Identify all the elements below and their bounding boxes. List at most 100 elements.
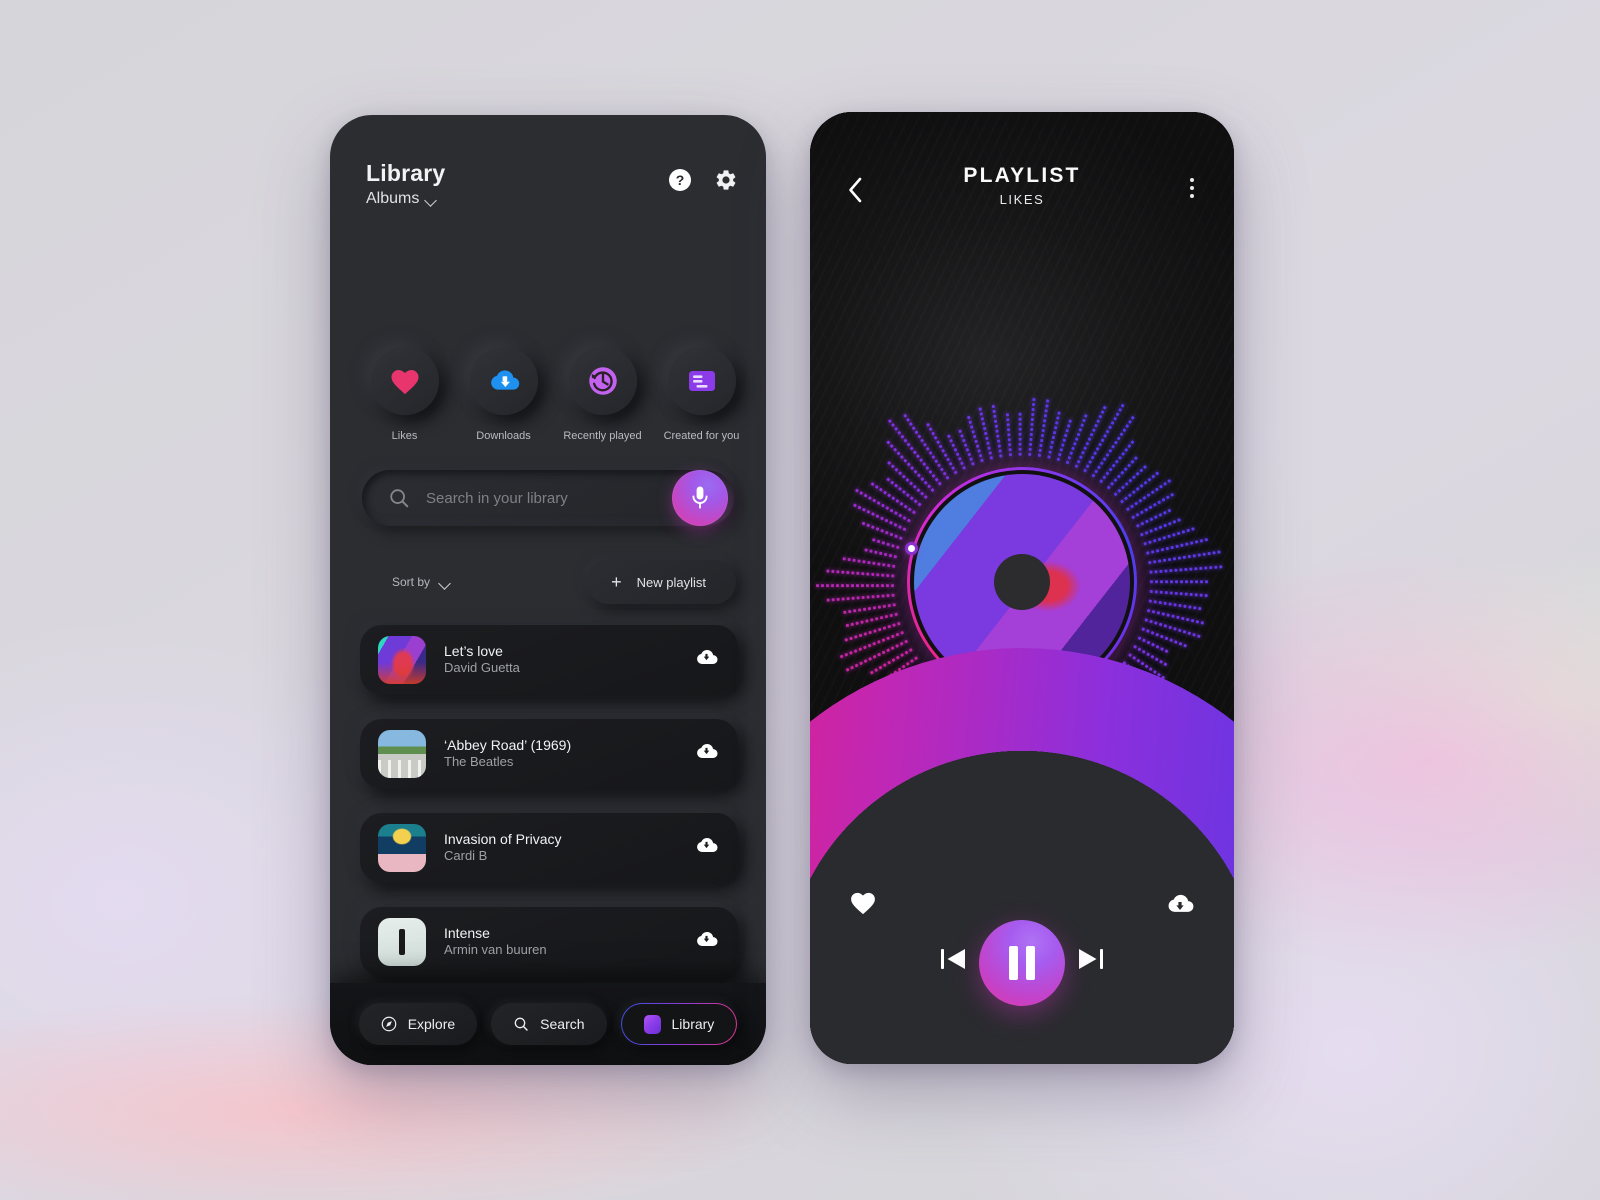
quick-action-created-for-you[interactable]: Created for you	[652, 347, 751, 442]
visualizer-bar-segment	[815, 583, 819, 588]
visualizer-bar-segment	[855, 583, 859, 588]
visualizer-bar-segment	[1185, 617, 1190, 622]
visualizer-bar-segment	[848, 650, 853, 655]
visualizer-bar-segment	[1143, 541, 1148, 546]
visualizer-bar-segment	[825, 583, 829, 588]
visualizer-bar-segment	[1093, 451, 1098, 456]
chevron-left-icon[interactable]	[846, 176, 864, 209]
visualizer-bar-segment	[1131, 489, 1137, 495]
visualizer-bar-segment	[1163, 624, 1168, 629]
visualizer-bar-segment	[861, 595, 865, 600]
history-clock-icon	[588, 367, 617, 395]
sort-by-dropdown[interactable]: Sort by	[392, 575, 451, 589]
cloud-download-icon[interactable]	[695, 648, 718, 672]
visualizer-bar-segment	[1164, 649, 1169, 654]
visualizer-bar-segment	[879, 515, 885, 521]
cloud-download-icon[interactable]	[695, 836, 718, 860]
visualizer-bar-segment	[862, 559, 866, 564]
previous-track-button[interactable]	[938, 945, 968, 978]
quick-action-likes[interactable]: Likes	[355, 347, 454, 442]
visualizer-bar-segment	[847, 557, 851, 562]
visualizer-bar-segment	[1045, 399, 1050, 403]
visualizer-bar-segment	[950, 465, 956, 471]
visualizer-bar-segment	[1157, 537, 1162, 542]
visualizer-bar-segment	[1083, 446, 1088, 451]
visualizer-bar-segment	[898, 513, 903, 518]
visualizer-bar-segment	[855, 621, 859, 626]
visualizer-bar-segment	[1159, 569, 1163, 574]
voice-search-button[interactable]	[672, 470, 728, 526]
tab-search[interactable]: Search	[491, 1003, 607, 1045]
search-input[interactable]	[426, 489, 668, 507]
visualizer-bar-segment	[1170, 545, 1175, 550]
cloud-download-icon[interactable]	[695, 930, 718, 954]
visualizer-bar-segment	[866, 595, 870, 599]
visualizer-bar-segment	[852, 608, 857, 613]
visualizer-bar-segment	[958, 428, 963, 434]
table-row[interactable]: ‘Abbey Road’ (1969) The Beatles	[360, 719, 738, 789]
visualizer-bar-segment	[885, 635, 891, 641]
visualizer-bar-segment	[1151, 474, 1156, 479]
visualizer-bar-segment	[890, 645, 895, 651]
play-pause-button[interactable]	[979, 920, 1065, 1006]
visualizer-bar-segment	[940, 448, 946, 453]
visualizer-bar-segment	[959, 460, 965, 466]
table-row[interactable]: Intense Armin van buuren	[360, 907, 738, 977]
download-button[interactable]	[1166, 893, 1194, 920]
visualizer-bar-segment	[1155, 471, 1160, 476]
visualizer-bar-segment	[957, 456, 963, 461]
visualizer-bar-segment	[1123, 466, 1129, 472]
chevron-down-icon	[426, 196, 437, 203]
visualizer-bar-segment	[887, 624, 892, 629]
kebab-menu-icon[interactable]	[1190, 178, 1194, 198]
visualizer-bar-segment	[1137, 636, 1142, 641]
visualizer-bar-segment	[1145, 629, 1151, 634]
visualizer-bar-segment	[842, 556, 846, 561]
table-row[interactable]: Invasion of Privacy Cardi B	[360, 813, 738, 883]
visualizer-bar-segment	[886, 660, 892, 665]
table-row[interactable]: Let’s love David Guetta	[360, 625, 738, 695]
new-playlist-button[interactable]: + New playlist	[587, 560, 736, 604]
visualizer-bar-segment	[1048, 450, 1053, 455]
visualizer-bar-segment	[842, 610, 847, 615]
visualizer-bar-segment	[1065, 460, 1070, 465]
visualizer-bar-segment	[1159, 647, 1165, 652]
visualizer-bar-segment	[1108, 425, 1113, 430]
progress-knob[interactable]	[905, 542, 918, 555]
help-icon[interactable]: ?	[669, 169, 691, 191]
albums-dropdown[interactable]: Albums	[366, 190, 738, 208]
next-track-button[interactable]	[1076, 945, 1106, 978]
visualizer-bar-segment	[980, 458, 985, 463]
quick-action-recently-played[interactable]: Recently played	[553, 347, 652, 442]
visualizer-bar-segment	[928, 426, 933, 432]
visualizer-bar-segment	[982, 426, 987, 431]
visualizer-bar-segment	[863, 631, 868, 636]
visualizer-bar-segment	[1106, 485, 1112, 490]
visualizer-bar-segment	[951, 442, 956, 448]
visualizer-bar-segment	[1150, 550, 1155, 555]
tab-explore[interactable]: Explore	[358, 1003, 478, 1045]
search-bar[interactable]	[362, 470, 734, 526]
quick-action-label: Downloads	[476, 430, 531, 442]
quick-action-circle	[469, 347, 538, 415]
visualizer-bar-segment	[1176, 615, 1180, 620]
gear-icon[interactable]	[714, 168, 738, 192]
visualizer-bar-segment	[1161, 612, 1166, 617]
visualizer-bar-segment	[1131, 515, 1136, 520]
visualizer-bar-segment	[1085, 464, 1091, 469]
visualizer-bar-segment	[894, 643, 900, 649]
visualizer-bar-segment	[996, 434, 1000, 438]
visualizer-bar-segment	[1158, 525, 1163, 530]
visualizer-bar-segment	[1183, 604, 1187, 609]
visualizer-bar-segment	[1166, 613, 1171, 618]
visualizer-bar-segment	[882, 604, 887, 609]
visualizer-bar-segment	[1047, 455, 1052, 459]
quick-action-downloads[interactable]: Downloads	[454, 347, 553, 442]
visualizer-bar-segment	[861, 507, 867, 512]
visualizer-bar-segment	[925, 422, 931, 427]
tab-library[interactable]: Library	[621, 1003, 738, 1045]
like-button[interactable]	[850, 891, 876, 920]
visualizer-bar-segment	[1142, 495, 1147, 501]
cloud-download-icon[interactable]	[695, 742, 718, 766]
visualizer-bar-segment	[1198, 606, 1202, 611]
